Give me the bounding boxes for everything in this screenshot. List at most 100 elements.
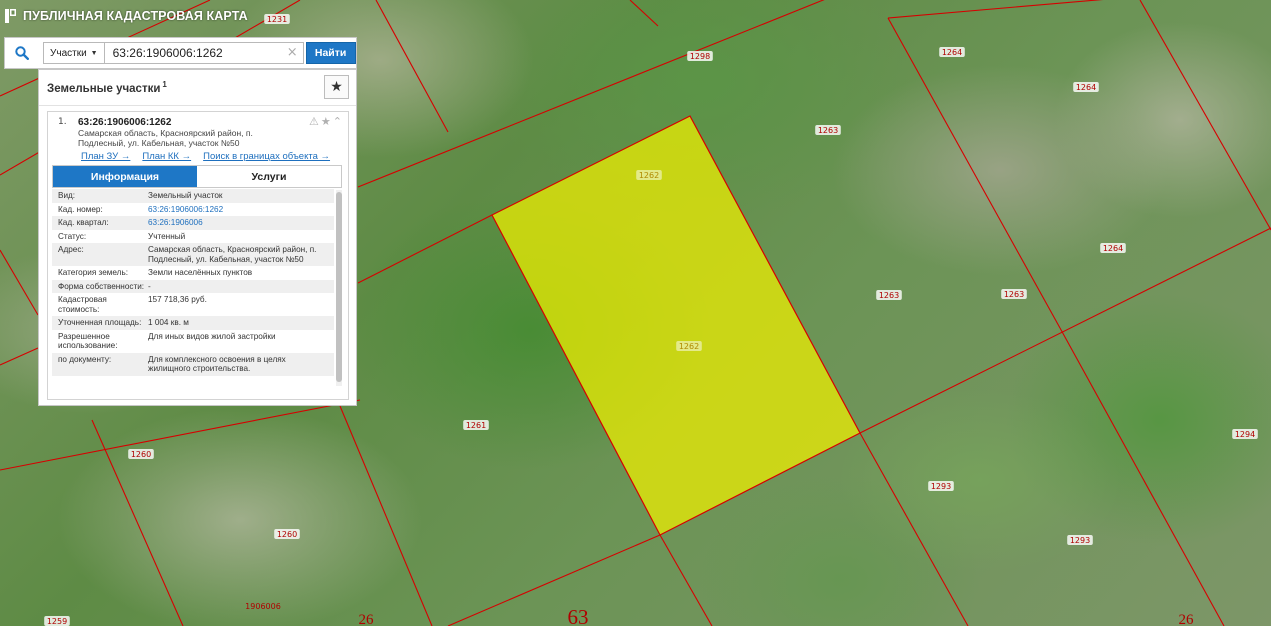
search-input[interactable] — [104, 43, 285, 63]
boundary-line — [447, 534, 661, 626]
info-key: Статус: — [58, 231, 87, 241]
chevron-down-icon: ▼ — [90, 49, 98, 57]
info-row: Вид: Земельный участок — [52, 189, 334, 203]
boundary-line — [1059, 327, 1225, 626]
plot-label-text: 1260 — [131, 450, 151, 459]
results-title: Земельные участки 1 — [47, 80, 167, 95]
boundary-line — [0, 347, 39, 366]
plot-label-text: 1259 — [47, 617, 67, 626]
star-icon[interactable]: ★ — [321, 115, 331, 128]
plot-label-text: 1262 — [679, 342, 699, 351]
info-row: Кад. номер: 63:26:1906006:1262 — [52, 203, 334, 217]
boundary-line — [629, 0, 659, 27]
plot-label: 1264 — [1100, 243, 1126, 253]
boundary-line — [887, 17, 1061, 329]
info-value: Земли населённых пунктов — [148, 268, 253, 277]
info-row: Статус: Учтенный — [52, 230, 334, 244]
results-panel: Земельные участки 1 ★ 1. 63:26:1906006:12… — [38, 69, 357, 406]
plot-label: 1294 — [1232, 429, 1258, 439]
info-row: Категория земель: Земли населённых пункто… — [52, 266, 334, 280]
tab-services[interactable]: Услуги — [197, 166, 341, 187]
info-scroll-thumb[interactable] — [336, 192, 342, 382]
plot-label-text: 1906006 — [245, 602, 281, 611]
plot-label-text: 1263 — [1004, 290, 1024, 299]
plot-label: 1260 — [128, 449, 154, 459]
plot-label-text: 1263 — [818, 126, 838, 135]
info-row: Разрешенное использование: Для иных видов… — [52, 330, 334, 353]
plot-label-text: 1293 — [1070, 536, 1090, 545]
selected-plot-label: 1262 — [676, 341, 702, 351]
pkk-logo-icon — [5, 9, 16, 23]
plot-label-text: 1264 — [1103, 244, 1123, 253]
plot-label-text: 1264 — [1076, 83, 1096, 92]
boundary-line — [357, 214, 493, 284]
info-key: Форма собственности: — [58, 281, 145, 291]
plan-kk-link[interactable]: План КК → — [142, 151, 191, 162]
search-in-bounds-link[interactable]: Поиск в границах объекта → — [203, 151, 330, 162]
boundary-line — [0, 249, 39, 316]
info-row: Адрес: Самарская область, Красноярский ра… — [52, 243, 334, 266]
plot-label-text: 1264 — [942, 48, 962, 57]
plot-label-text: 1231 — [267, 15, 287, 24]
search-type-select[interactable]: Участки ▼ — [43, 42, 104, 64]
plot-label: 1261 — [463, 420, 489, 430]
info-value: Земельный участок — [148, 191, 223, 200]
info-value: 1 004 кв. м — [148, 318, 189, 327]
plot-label-text: 1262 — [639, 171, 659, 180]
quarter-labels: 26 63 26 — [359, 605, 1195, 626]
clear-icon[interactable]: × — [287, 45, 298, 60]
info-table: Вид: Земельный участок Кад. номер: 63:26:19… — [52, 189, 334, 397]
warning-icon[interactable]: ⚠ — [309, 115, 319, 128]
plot-label: 1293 — [1067, 535, 1093, 545]
result-card[interactable]: 1. 63:26:1906006:1262 Самарская область,… — [47, 111, 349, 400]
search-button[interactable]: Найти — [305, 42, 356, 64]
chevron-up-icon[interactable]: ⌃ — [333, 115, 342, 128]
info-row: Кадастровая стоимость: 157 718,36 руб. — [52, 293, 334, 316]
plot-label: 1906006 — [245, 602, 281, 611]
star-icon: ★ — [330, 79, 343, 95]
plot-label: 1264 — [939, 47, 965, 57]
boundary-line — [357, 0, 825, 188]
info-value: Учтенный — [148, 231, 186, 241]
plot-label: 1298 — [687, 51, 713, 61]
boundary-line — [0, 399, 361, 471]
plot-label-text: 1263 — [879, 291, 899, 300]
plot-label-text: 1293 — [931, 482, 951, 491]
info-value: Для иных видов жилой застройки — [148, 331, 276, 341]
quarter-label: 26 — [1179, 612, 1195, 626]
search-icon[interactable] — [5, 38, 39, 68]
plan-zu-link[interactable]: План ЗУ → — [81, 151, 130, 162]
result-index: 1. — [58, 117, 67, 127]
selected-parcel-1262[interactable] — [491, 115, 861, 536]
plot-label: 1260 — [274, 529, 300, 539]
plot-label: 1263 — [815, 125, 841, 135]
info-row: Кад. квартал: 63:26:1906006 — [52, 216, 334, 230]
plot-label: 1263 — [876, 290, 902, 300]
search-input-wrapper: × — [103, 42, 304, 64]
favorites-button[interactable]: ★ — [324, 75, 349, 99]
info-value-link[interactable]: 63:26:1906006 — [148, 218, 334, 228]
boundary-line — [859, 227, 1271, 434]
info-value: Самарская область, Красноярский район, п… — [148, 245, 317, 264]
info-row: Форма собственности: - — [52, 279, 334, 293]
info-key: Кадастровая стоимость: — [58, 295, 107, 314]
plot-label-text: 1260 — [277, 530, 297, 539]
boundary-line — [859, 432, 969, 626]
tab-information[interactable]: Информация — [53, 166, 197, 187]
results-header: Земельные участки 1 ★ — [39, 70, 356, 106]
info-row: по документу: Для комплексного освоения в… — [52, 352, 334, 376]
boundary-line — [887, 0, 1104, 19]
info-key: Кад. номер: — [58, 204, 103, 214]
result-cadastral-number[interactable]: 63:26:1906006:1262 — [78, 117, 171, 128]
search-bar: Участки ▼ × Найти — [4, 37, 357, 69]
info-key: Кад. квартал: — [58, 218, 109, 227]
info-key: Адрес: — [58, 245, 84, 254]
plot-label-text: 1298 — [690, 52, 710, 61]
boundary-line — [375, 0, 449, 133]
info-scrollbar[interactable] — [336, 190, 342, 386]
info-value-link[interactable]: 63:26:1906006:1262 — [148, 205, 334, 215]
app-title: ПУБЛИЧНАЯ КАДАСТРОВАЯ КАРТА — [23, 9, 248, 23]
info-value: - — [148, 281, 151, 291]
boundary-line — [1139, 0, 1271, 231]
quarter-label: 26 — [359, 612, 375, 626]
